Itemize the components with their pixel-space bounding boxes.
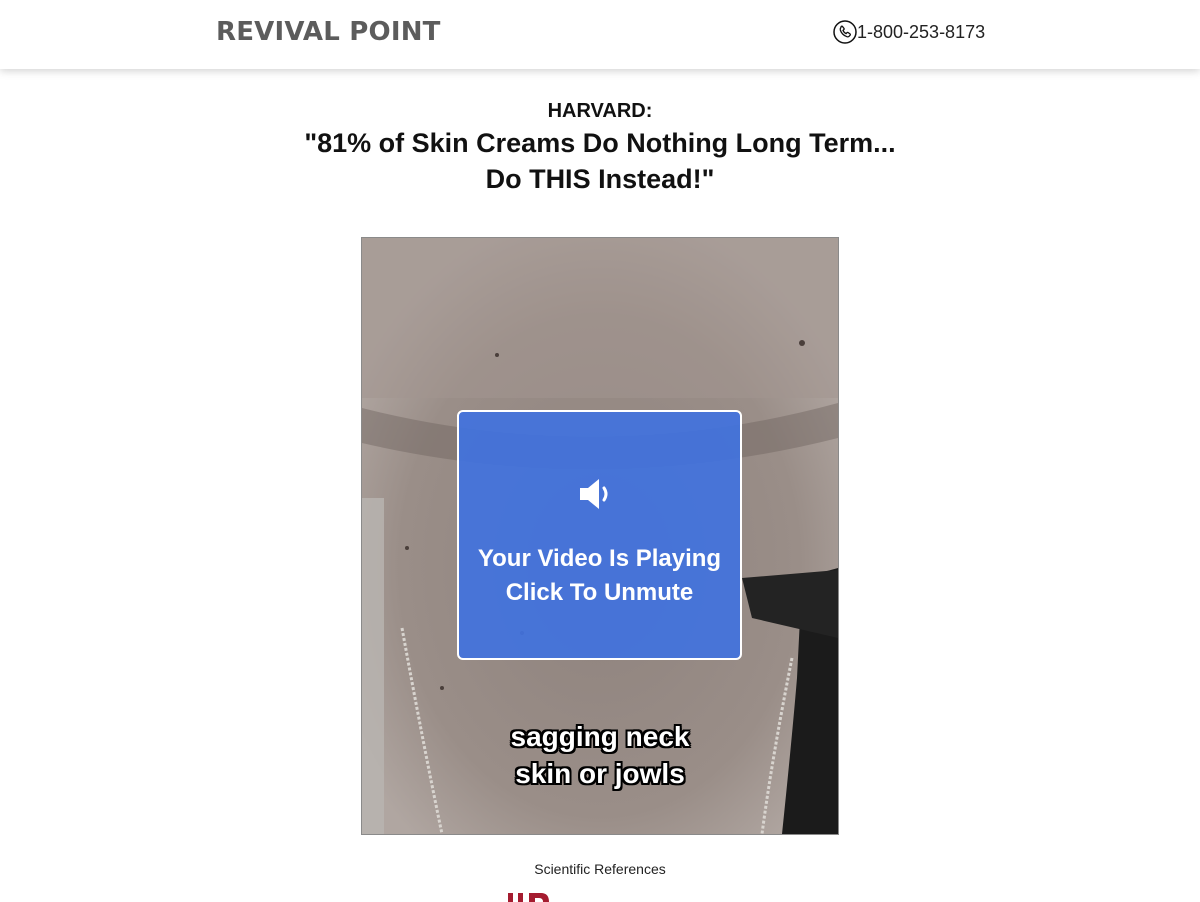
headline-kicker: HARVARD: [547,100,653,122]
site-logo[interactable]: REVIVAL POINT [216,17,441,47]
caption-line-1: sagging neck [510,721,690,752]
video-player[interactable]: Your Video Is Playing Click To Unmute sa… [361,237,839,835]
phone-icon [833,20,857,44]
page-headline: "81% of Skin Creams Do Nothing Long Term… [304,128,896,194]
unmute-overlay[interactable]: Your Video Is Playing Click To Unmute [457,410,742,660]
video-caption: sagging neck skin or jowls [362,718,838,792]
phone-number: 1-800-253-8173 [857,21,986,42]
unmute-line-2: Click To Unmute [505,579,694,606]
caption-line-2: skin or jowls [515,758,685,789]
unmute-line-1: Your Video Is Playing [477,545,722,572]
site-header: REVIVAL POINT 1-800-253-8173 [0,0,1200,69]
scientific-references-label[interactable]: Scientific References [0,861,1200,877]
speaker-icon [580,479,608,509]
harvard-logo-partial [508,893,549,902]
unmute-message[interactable]: Your Video Is Playing Click To Unmute [459,542,740,610]
phone-link[interactable]: 1-800-253-8173 [833,20,985,44]
